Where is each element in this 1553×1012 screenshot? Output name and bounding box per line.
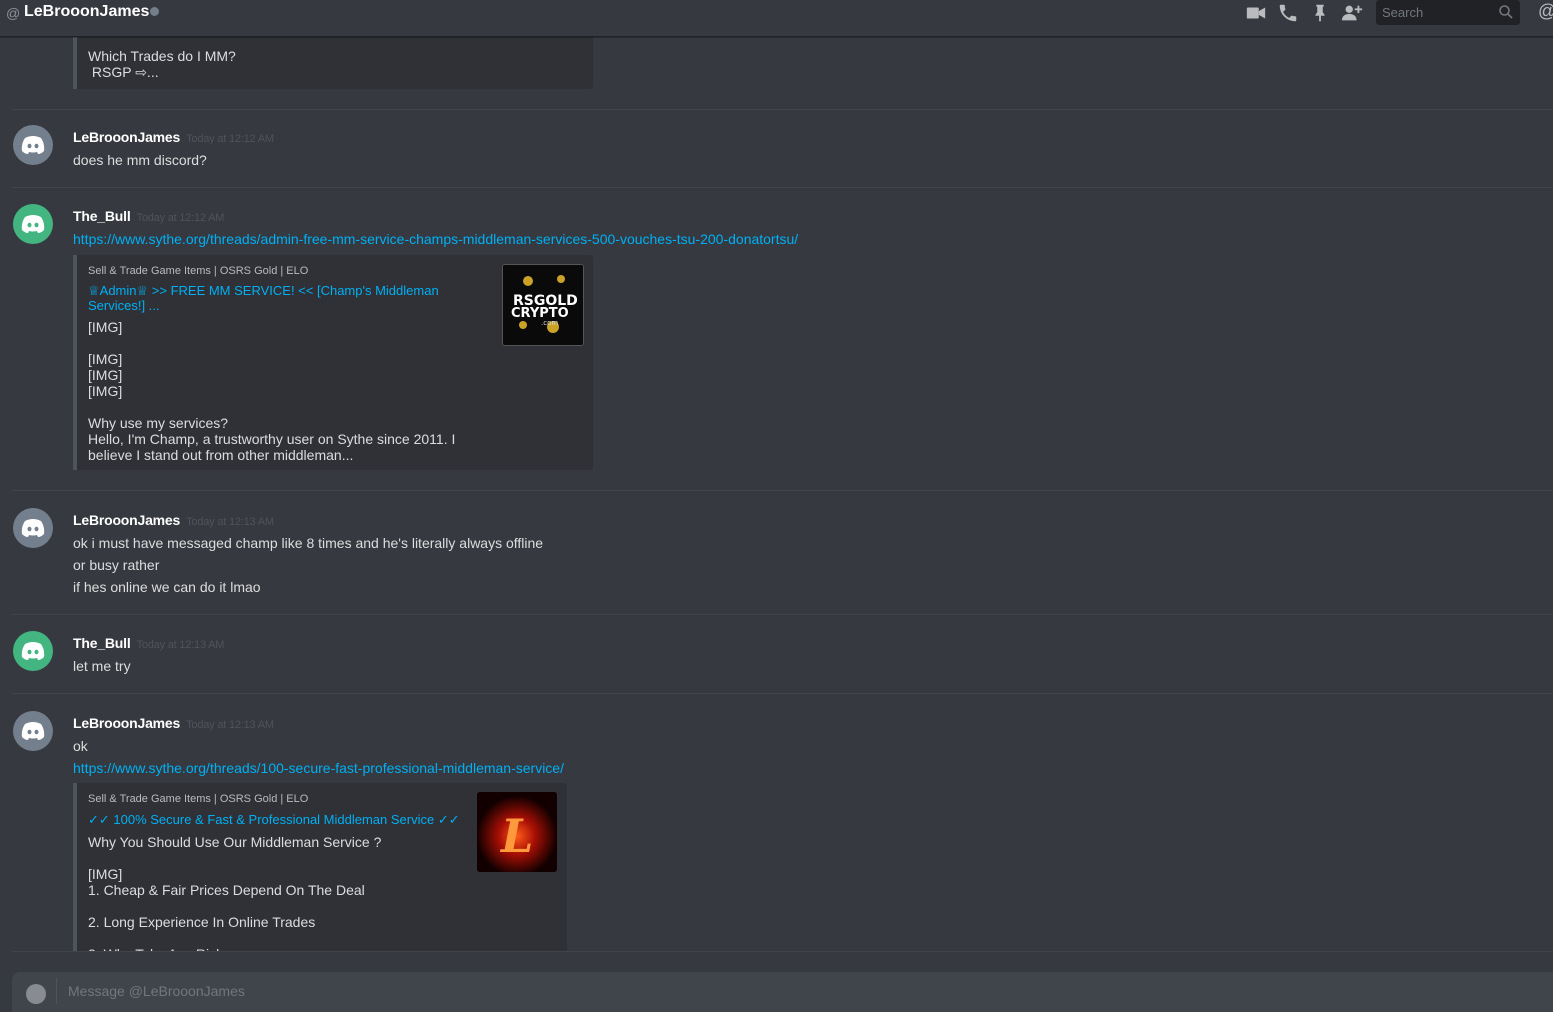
message-link[interactable]: https://www.sythe.org/threads/admin-free… xyxy=(73,231,798,247)
message-divider xyxy=(12,693,1553,694)
input-separator xyxy=(56,978,57,1004)
voice-call-icon[interactable] xyxy=(1277,2,1299,24)
embed-title[interactable]: ✓✓ 100% Secure & Fast & Professional Mid… xyxy=(88,812,460,827)
message-link[interactable]: https://www.sythe.org/threads/100-secure… xyxy=(73,760,564,776)
input-divider xyxy=(12,951,1553,952)
embed-title[interactable]: ♕Admin♕ >> FREE MM SERVICE! << [Champ's … xyxy=(88,283,458,313)
upload-icon[interactable] xyxy=(26,984,46,1004)
message-divider xyxy=(12,490,1553,491)
link-embed: Sell & Trade Game Items | OSRS Gold | EL… xyxy=(73,255,593,470)
message-input-placeholder: Message @LeBrooonJames xyxy=(68,983,245,999)
discord-logo-icon xyxy=(21,722,45,740)
rsgold-crypto-logo: RSGOLD CRYPTO .com xyxy=(503,265,583,345)
username[interactable]: The_Bull Today at 12:13 AM xyxy=(73,635,224,651)
thumbnail-text: L xyxy=(499,809,533,863)
embed-thumbnail[interactable]: L xyxy=(477,792,557,872)
message-divider xyxy=(12,109,1553,110)
message-divider xyxy=(12,187,1553,188)
chat-header: @ LeBrooonJames Search @ xyxy=(0,0,1553,37)
timestamp: Today at 12:13 AM xyxy=(136,639,225,651)
dm-channel-name[interactable]: LeBrooonJames xyxy=(24,3,149,21)
message-embed: Which Trades do I MM? RSGP ⇨... xyxy=(73,37,593,89)
avatar[interactable] xyxy=(13,711,53,751)
username[interactable]: The_Bull Today at 12:12 AM xyxy=(73,208,224,224)
thumbnail-text: CRYPTO xyxy=(511,306,569,321)
discord-logo-icon xyxy=(21,642,45,660)
search-placeholder: Search xyxy=(1382,5,1424,20)
embed-description: Which Trades do I MM? xyxy=(88,48,236,64)
message-text: or busy rather xyxy=(73,557,160,573)
timestamp: Today at 12:12 AM xyxy=(136,212,225,224)
at-icon: @ xyxy=(6,5,21,21)
embed-provider[interactable]: Sell & Trade Game Items | OSRS Gold | EL… xyxy=(88,793,308,805)
add-friend-icon[interactable] xyxy=(1341,2,1363,24)
timestamp: Today at 12:12 AM xyxy=(186,133,274,145)
mentions-icon[interactable]: @ xyxy=(1538,1,1553,22)
avatar[interactable] xyxy=(13,631,53,671)
username[interactable]: LeBrooonJames Today at 12:13 AM xyxy=(73,715,274,731)
avatar[interactable] xyxy=(13,125,53,165)
discord-logo-icon xyxy=(21,136,45,154)
message-input[interactable]: Message @LeBrooonJames xyxy=(12,972,1553,1012)
embed-description: Why You Should Use Our Middleman Service… xyxy=(88,834,382,951)
username[interactable]: LeBrooonJames Today at 12:12 AM xyxy=(73,129,274,145)
message-text: if hes online we can do it lmao xyxy=(73,579,261,595)
username[interactable]: LeBrooonJames Today at 12:13 AM xyxy=(73,512,274,528)
search-box[interactable]: Search xyxy=(1376,0,1520,25)
avatar[interactable] xyxy=(13,204,53,244)
timestamp: Today at 12:13 AM xyxy=(186,516,274,528)
flaming-letter-logo: L xyxy=(477,792,557,872)
search-icon xyxy=(1499,5,1513,19)
message-text: ok i must have messaged champ like 8 tim… xyxy=(73,535,544,551)
message-divider xyxy=(12,614,1553,615)
message-text: does he mm discord? xyxy=(73,152,207,168)
message-text: let me try xyxy=(73,658,131,674)
thumbnail-text: .com xyxy=(541,319,558,327)
embed-description: RSGP ⇨... xyxy=(88,64,159,80)
message-list[interactable]: Which Trades do I MM? RSGP ⇨... LeBrooon… xyxy=(0,37,1553,951)
discord-logo-icon xyxy=(21,519,45,537)
timestamp: Today at 12:13 AM xyxy=(186,719,274,731)
pin-icon[interactable] xyxy=(1309,2,1331,24)
link-embed: Sell & Trade Game Items | OSRS Gold | EL… xyxy=(73,783,567,951)
message-text: ok xyxy=(73,738,88,754)
embed-provider[interactable]: Sell & Trade Game Items | OSRS Gold | EL… xyxy=(88,265,308,277)
discord-logo-icon xyxy=(21,215,45,233)
avatar[interactable] xyxy=(13,508,53,548)
embed-description: [IMG] [IMG] [IMG] [IMG] Why use my servi… xyxy=(88,319,456,463)
embed-thumbnail[interactable]: RSGOLD CRYPTO .com xyxy=(502,264,584,346)
offline-status-icon xyxy=(150,7,159,16)
video-call-icon[interactable] xyxy=(1245,2,1267,24)
